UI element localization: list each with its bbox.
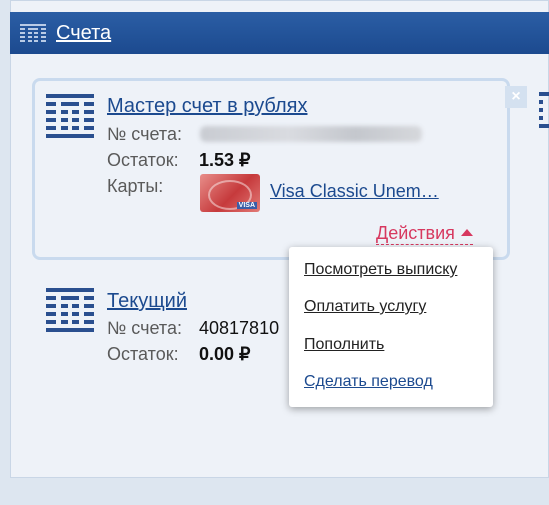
balance-label: Остаток: [107, 344, 179, 364]
actions-dropdown[interactable]: Действия [376, 223, 473, 245]
account-title[interactable]: Мастер счет в рублях [107, 95, 307, 118]
actions-label: Действия [376, 223, 455, 243]
menu-item-view-statement[interactable]: Посмотреть выписку [304, 261, 457, 279]
bank-card-thumbnail[interactable]: VISA [200, 174, 260, 212]
cards-label: Карты: [107, 176, 164, 196]
account-number-value: 40817810 [199, 318, 280, 338]
account-number-hidden [200, 126, 422, 142]
balance-value: 1.53 ₽ [199, 150, 251, 170]
menu-item-transfer[interactable]: Сделать перевод [304, 373, 433, 391]
panel-title[interactable]: Счета [56, 22, 111, 45]
menu-item-top-up[interactable]: Пополнить [304, 336, 384, 354]
card-name-link[interactable]: Visa Classic Unem… [270, 181, 439, 202]
account-title[interactable]: Текущий [107, 290, 187, 313]
account-number-label: № счета: [107, 318, 182, 338]
balance-label: Остаток: [107, 150, 179, 170]
close-icon[interactable]: × [505, 86, 527, 108]
bank-building-icon [46, 288, 94, 337]
bank-building-icon [20, 24, 46, 49]
account-number-label: № счета: [107, 124, 182, 144]
caret-up-icon [460, 228, 473, 236]
bank-building-icon [46, 94, 94, 143]
panel-header: Счета [10, 12, 549, 54]
balance-value: 0.00 ₽ [199, 344, 251, 364]
actions-menu: Посмотреть выписку Оплатить услугу Попол… [289, 247, 493, 407]
visa-logo: VISA [236, 202, 257, 209]
bank-building-icon [539, 92, 549, 128]
menu-item-pay-service[interactable]: Оплатить услугу [304, 298, 426, 316]
